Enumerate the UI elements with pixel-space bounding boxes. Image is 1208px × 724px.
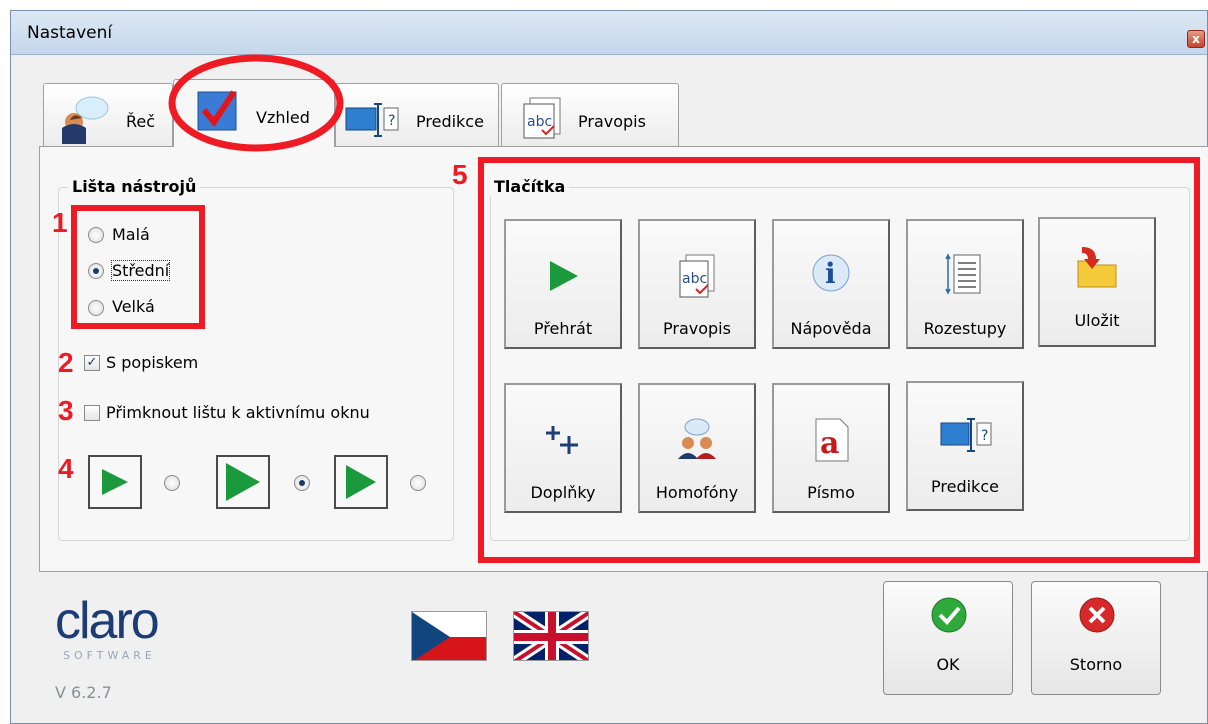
- button-label: Rozestupy: [923, 319, 1007, 338]
- spacing-button[interactable]: Rozestupy: [906, 219, 1024, 349]
- prediction-button[interactable]: ? Predikce: [906, 381, 1024, 511]
- size-small-label: Malá: [112, 225, 150, 244]
- addons-button[interactable]: Doplňky: [504, 383, 622, 513]
- tab-predikce[interactable]: ? Predikce: [335, 83, 499, 147]
- uk-flag-icon[interactable]: [513, 611, 589, 661]
- tab-rec[interactable]: Řeč: [43, 83, 173, 147]
- tab-pravopis[interactable]: abc Pravopis: [501, 83, 679, 147]
- cancel-x-icon: [1079, 597, 1115, 633]
- tab-panel: Lišta nástrojů 1 Malá Střední Velká 2 ✓ …: [39, 146, 1208, 572]
- button-label: Uložit: [1074, 311, 1120, 330]
- cancel-label: Storno: [1069, 655, 1123, 674]
- annotation-2: 2: [58, 347, 74, 378]
- icon-size-small-preview[interactable]: [88, 455, 142, 509]
- size-medium-label: Střední: [110, 260, 171, 281]
- tab-label: Predikce: [416, 112, 484, 131]
- icon-size-small-radio[interactable]: [164, 475, 180, 491]
- window-title: Nastavení: [27, 23, 113, 43]
- homophones-icon: [678, 418, 716, 459]
- help-button[interactable]: i Nápověda: [772, 219, 890, 349]
- spelling-icon: abc: [679, 254, 715, 298]
- button-label: Pravopis: [663, 319, 731, 338]
- icon-size-medium-radio[interactable]: [294, 475, 310, 491]
- dock-checkbox[interactable]: [84, 405, 100, 421]
- annotation-1: 1: [52, 207, 68, 238]
- play-icon: [550, 261, 578, 291]
- font-button[interactable]: a Písmo: [772, 383, 890, 513]
- ok-button[interactable]: OK: [883, 581, 1013, 695]
- ok-check-icon: [931, 597, 967, 633]
- logo-text: claro: [55, 592, 160, 650]
- title-bar: Nastavení x: [11, 11, 1207, 55]
- svg-text:?: ?: [981, 428, 988, 444]
- icon-size-large-radio[interactable]: [410, 475, 426, 491]
- addons-icon: [546, 426, 578, 454]
- prediction-icon: ?: [345, 103, 399, 137]
- spacing-icon: [945, 253, 981, 295]
- button-label: Predikce: [931, 477, 999, 496]
- prediction-icon: ?: [940, 418, 992, 452]
- version-label: V 6.2.7: [55, 683, 112, 702]
- logo-subtitle: SOFTWARE: [63, 649, 156, 662]
- play-icon: [226, 463, 260, 501]
- with-label-checkbox[interactable]: ✓: [84, 355, 100, 371]
- button-label: Písmo: [807, 483, 855, 502]
- svg-text:abc: abc: [527, 114, 552, 130]
- annotation-3: 3: [58, 395, 74, 426]
- with-label-text: S popiskem: [106, 353, 199, 372]
- size-small-radio[interactable]: [88, 227, 104, 243]
- speech-person-icon: [62, 96, 109, 144]
- spelling-button[interactable]: abc Pravopis: [638, 219, 756, 349]
- play-button[interactable]: Přehrát: [504, 219, 622, 349]
- svg-text:abc: abc: [682, 271, 707, 287]
- highlight-ellipse: [168, 54, 344, 152]
- tab-label: Řeč: [126, 112, 156, 131]
- tab-label: Pravopis: [578, 112, 646, 131]
- svg-text:a: a: [820, 426, 839, 461]
- info-icon: i: [812, 254, 850, 292]
- dock-text: Přimknout lištu k aktivnímu oknu: [106, 403, 370, 422]
- settings-window: Nastavení x Řeč Vzhled ? Predikce abc Pr…: [10, 10, 1208, 724]
- size-large-radio[interactable]: [88, 300, 104, 316]
- icon-size-large-preview[interactable]: [334, 455, 388, 509]
- toolbar-group-title: Lišta nástrojů: [68, 177, 201, 196]
- spelling-icon: abc: [523, 97, 561, 139]
- font-icon: a: [815, 418, 849, 462]
- save-folder-icon: [1077, 247, 1117, 288]
- annotation-4: 4: [58, 453, 74, 484]
- button-label: Nápověda: [790, 319, 872, 338]
- svg-text:?: ?: [388, 113, 395, 129]
- close-button[interactable]: x: [1187, 30, 1205, 48]
- claro-logo: claro SOFTWARE: [55, 592, 215, 667]
- ok-label: OK: [936, 655, 960, 674]
- size-medium-radio[interactable]: [88, 263, 104, 279]
- button-label: Doplňky: [530, 483, 596, 502]
- icon-size-medium-preview[interactable]: [216, 455, 270, 509]
- button-label: Homofóny: [655, 483, 739, 502]
- size-large-label: Velká: [112, 297, 155, 316]
- play-icon: [102, 469, 128, 495]
- annotation-5: 5: [452, 159, 468, 190]
- play-icon: [346, 465, 376, 499]
- svg-text:i: i: [825, 257, 836, 290]
- buttons-group-title: Tlačítka: [490, 177, 570, 196]
- button-label: Přehrát: [533, 319, 593, 338]
- czech-flag-icon[interactable]: [411, 611, 487, 661]
- cancel-button[interactable]: Storno: [1031, 581, 1161, 695]
- save-button[interactable]: Uložit: [1038, 217, 1156, 347]
- homophones-button[interactable]: Homofóny: [638, 383, 756, 513]
